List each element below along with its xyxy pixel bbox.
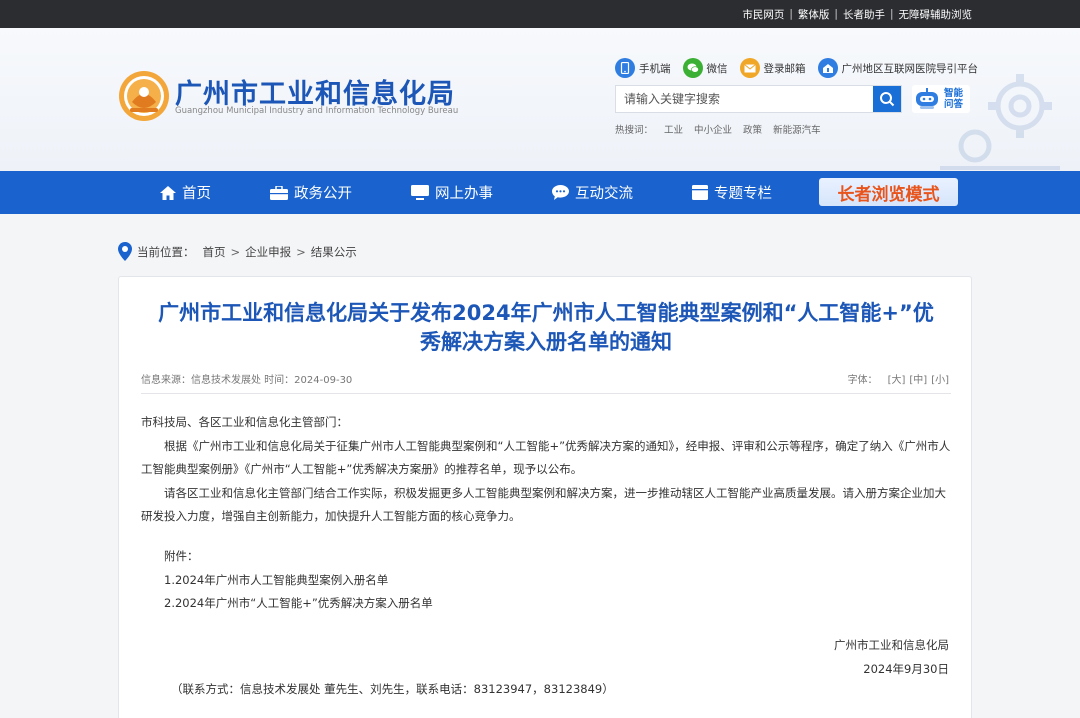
ai-qa-button[interactable]: 智能 问答	[912, 85, 970, 113]
breadcrumb-results[interactable]: 结果公示	[311, 244, 357, 260]
ai-qa-label: 智能 问答	[944, 88, 964, 110]
home-icon	[160, 185, 176, 200]
nav-item-online-service-label: 网上办事	[435, 186, 493, 202]
attachment-item[interactable]: 2.2024年广州市“人工智能+”优秀解决方案入册名单	[164, 592, 433, 616]
nav-item-home-label: 首页	[182, 186, 211, 202]
site-subtitle: Guangzhou Municipal Industry and Informa…	[175, 106, 459, 116]
nav-item-interaction[interactable]: 互动交流	[552, 182, 633, 203]
hot-search: 热搜词： 工业 中小企业 政策 新能源汽车	[615, 122, 832, 136]
article-panel: 广州市工业和信息化局关于发布2024年广州市人工智能典型案例和“人工智能+”优秀…	[118, 276, 972, 718]
site-header: 广州市工业和信息化局 Guangzhou Municipal Industry …	[0, 28, 1080, 171]
hot-search-label: 热搜词：	[615, 125, 654, 136]
quick-link-mobile[interactable]: 手机端	[615, 58, 671, 78]
font-size-small[interactable]: [小]	[931, 371, 949, 386]
location-pin-icon	[118, 242, 132, 261]
monitor-icon	[411, 185, 429, 200]
font-size-medium[interactable]: [中]	[909, 371, 927, 386]
font-size-label: 字体：	[847, 375, 878, 386]
quick-link-wechat-label: 微信	[706, 62, 728, 75]
article-signature: 广州市工业和信息化局 2024年9月30日	[834, 634, 949, 681]
signature-date: 2024年9月30日	[863, 661, 949, 676]
hot-search-term[interactable]: 政策	[743, 122, 762, 136]
font-size-large[interactable]: [大]	[888, 371, 906, 386]
breadcrumb-enterprise-declaration[interactable]: 企业申报	[245, 244, 291, 260]
quick-link-mobile-label: 手机端	[639, 62, 671, 75]
separator: |	[889, 8, 894, 20]
quick-link-hospital-label: 广州地区互联网医院导引平台	[841, 62, 979, 75]
nav-item-home[interactable]: 首页	[160, 182, 211, 203]
chat-icon	[552, 185, 569, 200]
quick-link-hospital[interactable]: 广州地区互联网医院导引平台	[817, 58, 979, 78]
separator: |	[834, 8, 838, 20]
signature-org: 广州市工业和信息化局	[834, 638, 949, 652]
topbar-link-accessibility[interactable]: 无障碍辅助浏览	[899, 7, 973, 22]
breadcrumb-label: 当前位置：	[137, 244, 195, 259]
search-icon	[880, 92, 895, 107]
search-box	[615, 85, 902, 113]
nav-item-online-service[interactable]: 网上办事	[411, 182, 493, 203]
topbar-link-citizen[interactable]: 市民网页	[742, 7, 784, 22]
hot-search-term[interactable]: 新能源汽车	[773, 122, 821, 136]
article-paragraph: 请各区工业和信息化主管部门结合工作实际，积极发掘更多人工智能典型案例和解决方案，…	[141, 485, 946, 524]
main-nav: 首页 政务公开 网上办事 互动交流 专题专栏 长者浏览模式	[0, 171, 1080, 214]
article-salutation: 市科技局、各区工业和信息化主管部门：	[141, 415, 348, 429]
robot-icon	[916, 88, 938, 109]
font-size-control: 字体： [大] [中] [小]	[848, 371, 949, 386]
quick-link-mail[interactable]: 登录邮箱	[739, 58, 806, 78]
topbar-link-elder-helper[interactable]: 长者助手	[843, 7, 885, 22]
attachment-item[interactable]: 1.2024年广州市人工智能典型案例入册名单	[164, 569, 433, 593]
article-body: 市科技局、各区工业和信息化主管部门： 根据《广州市工业和信息化局关于征集广州市人…	[141, 411, 953, 529]
search-input[interactable]	[616, 86, 873, 112]
attachments-label: 附件：	[164, 549, 199, 563]
contact-info: （联系方式：信息技术发展处 董先生、刘先生，联系电话：83123947，8312…	[171, 682, 614, 696]
article-paragraph: 根据《广州市工业和信息化局关于征集广州市人工智能典型案例和“人工智能+”优秀解决…	[141, 438, 951, 477]
nav-item-gov-affairs[interactable]: 政务公开	[270, 182, 352, 203]
hot-search-term[interactable]: 中小企业	[694, 122, 732, 136]
article-meta: 信息来源：信息技术发展处 时间：2024-09-30	[141, 375, 353, 386]
hot-search-term[interactable]: 工业	[664, 122, 683, 136]
article-title: 广州市工业和信息化局关于发布2024年广州市人工智能典型案例和“人工智能+”优秀…	[158, 301, 934, 354]
breadcrumb-separator: >	[296, 244, 306, 259]
topbar-links: 市民网页 | 繁体版 | 长者助手 | 无障碍辅助浏览	[742, 0, 972, 28]
quick-link-wechat[interactable]: 微信	[682, 58, 728, 78]
topbar-link-traditional[interactable]: 繁体版	[798, 7, 830, 22]
mobile-icon	[615, 58, 635, 78]
wechat-icon	[682, 58, 703, 78]
attachments: 附件： 1.2024年广州市人工智能典型案例入册名单 2.2024年广州市“人工…	[164, 545, 433, 616]
hospital-icon	[817, 58, 838, 78]
bureau-emblem-icon	[119, 71, 169, 121]
elder-mode-button[interactable]: 长者浏览模式	[819, 178, 958, 206]
gear-decoration-icon	[940, 74, 1060, 170]
nav-item-special-topics[interactable]: 专题专栏	[692, 182, 772, 203]
breadcrumb-home[interactable]: 首页	[203, 244, 226, 260]
breadcrumb-separator: >	[230, 244, 241, 259]
quick-link-mail-label: 登录邮箱	[763, 62, 806, 75]
folder-icon	[692, 185, 708, 200]
separator: |	[789, 8, 793, 20]
divider	[141, 393, 951, 394]
breadcrumb: 当前位置： 首页 > 企业申报 > 结果公示	[118, 242, 357, 261]
briefcase-icon	[270, 185, 288, 200]
top-utility-bar: 市民网页 | 繁体版 | 长者助手 | 无障碍辅助浏览	[0, 0, 1080, 28]
nav-item-gov-affairs-label: 政务公开	[294, 186, 352, 202]
nav-items: 首页 政务公开 网上办事 互动交流 专题专栏	[160, 171, 831, 214]
mail-icon	[739, 58, 760, 78]
nav-item-interaction-label: 互动交流	[575, 186, 633, 202]
search-button[interactable]	[873, 86, 901, 112]
quick-links: 手机端 微信 登录邮箱 广州地区互联网医院导引平台	[615, 58, 990, 78]
nav-item-special-topics-label: 专题专栏	[714, 186, 772, 202]
